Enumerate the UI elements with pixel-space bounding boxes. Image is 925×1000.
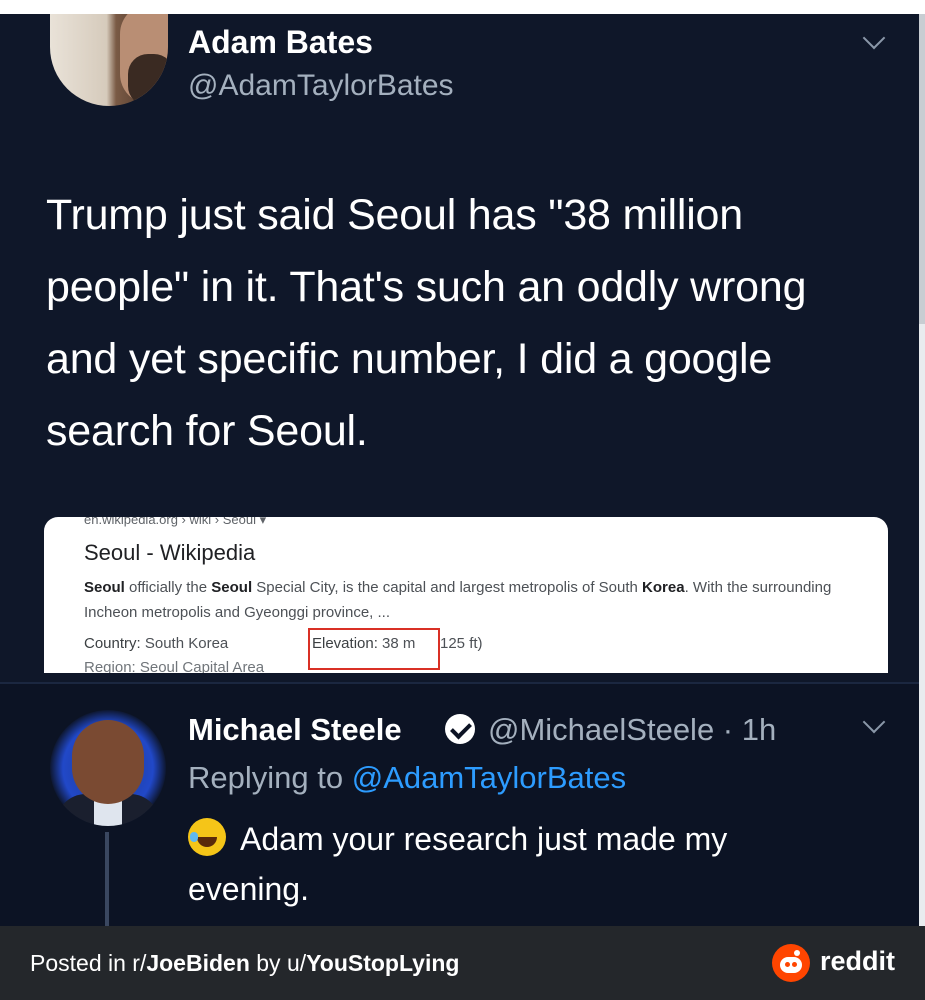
avatar-face <box>72 720 144 804</box>
screenshot-frame: Adam Bates @AdamTaylorBates Trump just s… <box>0 0 925 1000</box>
author-name[interactable]: Michael Steele <box>188 712 402 748</box>
reddit-face <box>780 957 802 973</box>
tweet-text: Trump just said Seoul has "38 million pe… <box>46 191 807 455</box>
fact-country: Country: South Korea <box>84 635 228 652</box>
reply-body: Adam your research just made my evening. <box>188 821 728 907</box>
replying-to: Replying to @AdamTaylorBates <box>188 760 626 796</box>
reply-tweet[interactable]: Michael Steele @MichaelSteele · 1h Reply… <box>0 684 919 926</box>
user-link[interactable]: YouStopLying <box>306 950 459 976</box>
reddit-eye <box>792 962 797 967</box>
reddit-footer: Posted in r/JoeBiden by u/YouStopLying r… <box>0 926 925 1000</box>
by-prefix: by u/ <box>249 950 307 976</box>
avatar-michael-steele[interactable] <box>50 710 166 826</box>
original-tweet[interactable]: Adam Bates @AdamTaylorBates Trump just s… <box>0 14 919 682</box>
chevron-down-icon[interactable] <box>862 26 886 50</box>
snippet-bold: Korea <box>642 579 685 596</box>
author-name[interactable]: Adam Bates <box>188 24 373 61</box>
result-url[interactable]: en.wikipedia.org › wiki › Seoul ▾ <box>84 517 266 528</box>
search-result-card[interactable]: en.wikipedia.org › wiki › Seoul ▾ Seoul … <box>44 517 888 673</box>
fact-elevation: Elevation: 38 m <box>312 635 415 652</box>
subreddit-link[interactable]: JoeBiden <box>146 950 250 976</box>
scrollbar-thumb[interactable] <box>919 14 925 324</box>
avatar-adam-bates[interactable] <box>50 14 168 106</box>
fact-label: Elevation: <box>312 635 378 652</box>
replying-prefix: Replying to <box>188 760 352 795</box>
mention-link[interactable]: @AdamTaylorBates <box>352 760 626 795</box>
thread-line <box>105 832 109 926</box>
fact-value: 38 m <box>377 635 416 652</box>
author-handle-time[interactable]: @MichaelSteele · 1h <box>488 712 776 748</box>
reddit-logo-icon[interactable] <box>772 944 810 982</box>
chevron-down-icon[interactable] <box>862 710 886 734</box>
snippet-text: Special City, is the capital and largest… <box>252 579 643 596</box>
result-title[interactable]: Seoul - Wikipedia <box>84 540 255 566</box>
fact-region-partial: Region: Seoul Capital Area <box>84 659 265 673</box>
reddit-eye <box>785 962 790 967</box>
posted-in-text: Posted in r/JoeBiden by u/YouStopLying <box>30 950 459 977</box>
reddit-antenna <box>794 950 800 956</box>
reply-text: Adam your research just made my evening. <box>188 814 848 914</box>
top-strip <box>0 0 925 14</box>
fact-elevation-feet: 125 ft) <box>440 635 483 652</box>
fact-value: South Korea <box>140 635 229 652</box>
fact-label: Country: <box>84 635 141 652</box>
snippet-bold: Seoul <box>84 579 125 596</box>
posted-prefix: Posted in r/ <box>30 950 147 976</box>
snippet-bold: Seoul <box>211 579 253 596</box>
snippet-text: officially the <box>124 579 212 596</box>
reddit-wordmark[interactable]: reddit <box>820 946 895 977</box>
author-handle[interactable]: @AdamTaylorBates <box>188 69 454 103</box>
avatar-beard <box>128 54 168 106</box>
verified-badge-icon <box>445 714 475 744</box>
tears-of-joy-emoji-icon <box>188 818 226 856</box>
result-snippet: Seoul officially the Seoul Special City,… <box>84 575 844 625</box>
